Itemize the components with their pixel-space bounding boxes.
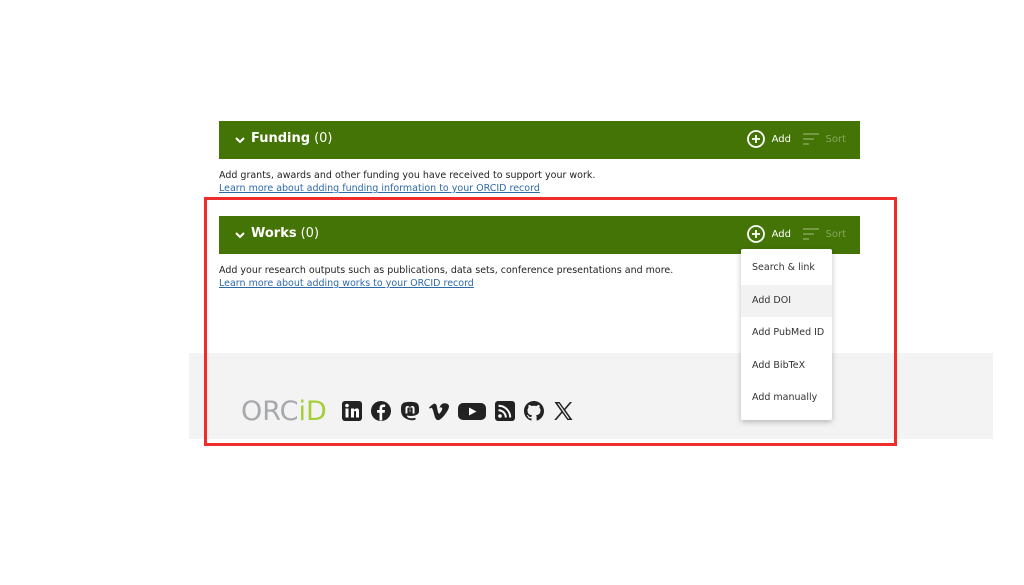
menu-item-add-bibtex[interactable]: Add BibTeX <box>741 350 832 383</box>
add-circle-icon <box>746 130 765 148</box>
mastodon-icon[interactable] <box>399 400 421 422</box>
works-description-text: Add your research outputs such as public… <box>219 265 674 276</box>
chevron-down-icon[interactable] <box>233 133 247 147</box>
works-sort-label: Sort <box>825 228 847 240</box>
works-title-label: Works <box>251 226 297 241</box>
footer: ORCiD <box>189 353 993 439</box>
sort-icon <box>802 228 819 240</box>
funding-count: (0) <box>314 131 333 146</box>
youtube-icon[interactable] <box>457 400 487 422</box>
orcid-logo[interactable]: ORCiD <box>241 396 327 427</box>
orcid-logo-orc: ORC <box>241 396 299 427</box>
vimeo-icon[interactable] <box>428 400 450 422</box>
rss-icon[interactable] <box>494 400 516 422</box>
social-links <box>341 400 581 422</box>
chevron-down-icon[interactable] <box>233 228 247 242</box>
orcid-logo-id: iD <box>298 396 327 427</box>
funding-title: Funding (0) <box>251 131 333 146</box>
add-works-dropdown: Search & link Add DOI Add PubMed ID Add … <box>741 249 832 420</box>
works-count: (0) <box>300 226 320 241</box>
funding-add-button[interactable]: Add <box>746 129 791 149</box>
works-add-button[interactable]: Add <box>746 224 791 244</box>
x-icon[interactable] <box>552 400 574 422</box>
sort-icon <box>802 133 819 145</box>
works-learn-more-link[interactable]: Learn more about adding works to your OR… <box>219 277 673 290</box>
funding-title-label: Funding <box>251 131 311 146</box>
menu-item-add-manually[interactable]: Add manually <box>741 382 832 415</box>
github-icon[interactable] <box>523 400 545 422</box>
menu-item-search-link[interactable]: Search & link <box>741 252 832 285</box>
works-add-label: Add <box>771 228 791 240</box>
linkedin-icon[interactable] <box>341 400 363 422</box>
menu-item-add-pubmed-id[interactable]: Add PubMed ID <box>741 317 832 350</box>
funding-add-label: Add <box>771 133 791 145</box>
funding-description: Add grants, awards and other funding you… <box>219 169 595 195</box>
funding-learn-more-link[interactable]: Learn more about adding funding informat… <box>219 182 595 195</box>
funding-section-header[interactable]: Funding (0) Add Sort <box>219 121 860 159</box>
works-sort-button[interactable]: Sort <box>802 227 847 241</box>
works-description: Add your research outputs such as public… <box>219 264 673 290</box>
facebook-icon[interactable] <box>370 400 392 422</box>
funding-description-text: Add grants, awards and other funding you… <box>219 170 596 181</box>
menu-item-add-doi[interactable]: Add DOI <box>741 284 832 317</box>
works-title: Works (0) <box>251 226 319 241</box>
funding-sort-label: Sort <box>825 133 847 145</box>
funding-sort-button[interactable]: Sort <box>802 132 847 146</box>
add-circle-icon <box>746 225 765 243</box>
